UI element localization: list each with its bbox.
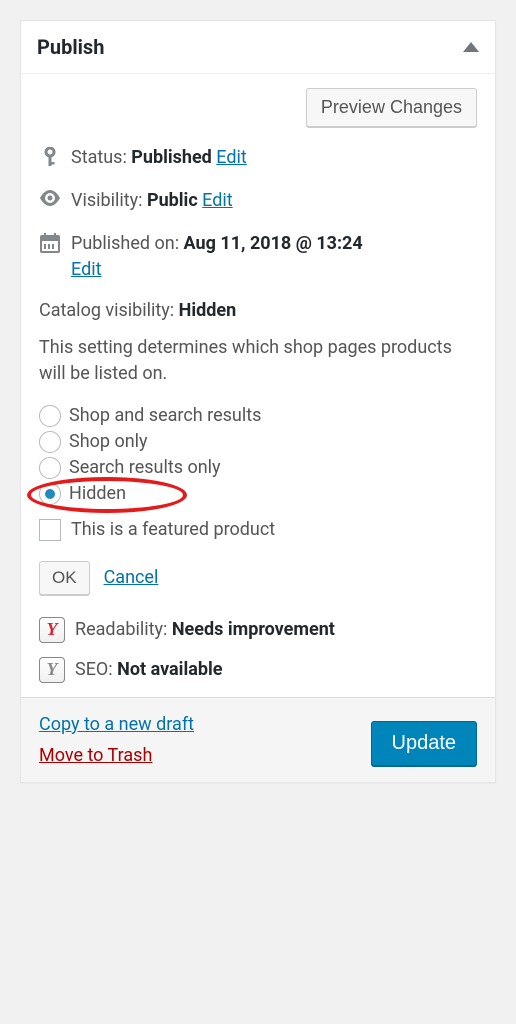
seo-value: Not available — [117, 659, 222, 680]
radio-icon — [39, 431, 61, 453]
status-edit-link[interactable]: Edit — [216, 147, 246, 168]
catalog-visibility-value: Hidden — [179, 300, 237, 321]
collapse-icon — [463, 42, 479, 52]
catalog-options: Shop and search results Shop only Search… — [39, 405, 477, 505]
published-on-edit-link[interactable]: Edit — [71, 259, 101, 280]
catalog-option-label: Search results only — [69, 457, 221, 478]
status-value: Published — [131, 147, 212, 168]
yoast-readability-icon: Y — [39, 617, 65, 643]
update-button[interactable]: Update — [371, 721, 478, 766]
panel-title: Publish — [37, 35, 104, 59]
panel-footer: Copy to a new draft Move to Trash Update — [21, 697, 495, 782]
featured-product-checkbox[interactable]: This is a featured product — [39, 519, 477, 541]
catalog-option-label: Shop only — [69, 431, 148, 452]
catalog-option-label: Hidden — [69, 483, 126, 504]
yoast-seo-icon: Y — [39, 657, 65, 683]
eye-icon — [39, 188, 61, 206]
preview-changes-button[interactable]: Preview Changes — [306, 88, 477, 127]
visibility-edit-link[interactable]: Edit — [202, 190, 232, 211]
visibility-label: Visibility: — [71, 190, 143, 211]
seo-label: SEO: — [75, 659, 113, 680]
featured-product-label: This is a featured product — [71, 519, 275, 540]
key-icon — [39, 145, 61, 169]
catalog-description: This setting determines which shop pages… — [39, 335, 477, 387]
published-on-label: Published on: — [71, 233, 179, 254]
radio-icon — [39, 457, 61, 479]
status-label: Status: — [71, 147, 127, 168]
readability-label: Readability: — [75, 619, 167, 640]
catalog-option-hidden[interactable]: Hidden — [39, 483, 477, 505]
catalog-option-label: Shop and search results — [69, 405, 261, 426]
catalog-option-shop-only[interactable]: Shop only — [39, 431, 477, 453]
calendar-icon — [39, 231, 61, 253]
catalog-option-search-only[interactable]: Search results only — [39, 457, 477, 479]
published-on-value: Aug 11, 2018 @ 13:24 — [184, 233, 363, 254]
checkbox-icon — [39, 519, 61, 541]
radio-icon — [39, 483, 61, 505]
panel-header[interactable]: Publish — [21, 21, 495, 74]
panel-body: Preview Changes Status: Published Edit V… — [21, 74, 495, 697]
radio-icon — [39, 405, 61, 427]
cancel-link[interactable]: Cancel — [104, 567, 159, 588]
ok-button[interactable]: OK — [39, 561, 90, 595]
readability-value: Needs improvement — [172, 619, 335, 640]
copy-to-draft-link[interactable]: Copy to a new draft — [39, 714, 194, 735]
publish-panel: Publish Preview Changes Status: Publishe… — [20, 20, 496, 783]
catalog-option-shop-search[interactable]: Shop and search results — [39, 405, 477, 427]
catalog-visibility-label: Catalog visibility: — [39, 300, 174, 321]
visibility-value: Public — [147, 190, 198, 211]
move-to-trash-link[interactable]: Move to Trash — [39, 745, 194, 766]
